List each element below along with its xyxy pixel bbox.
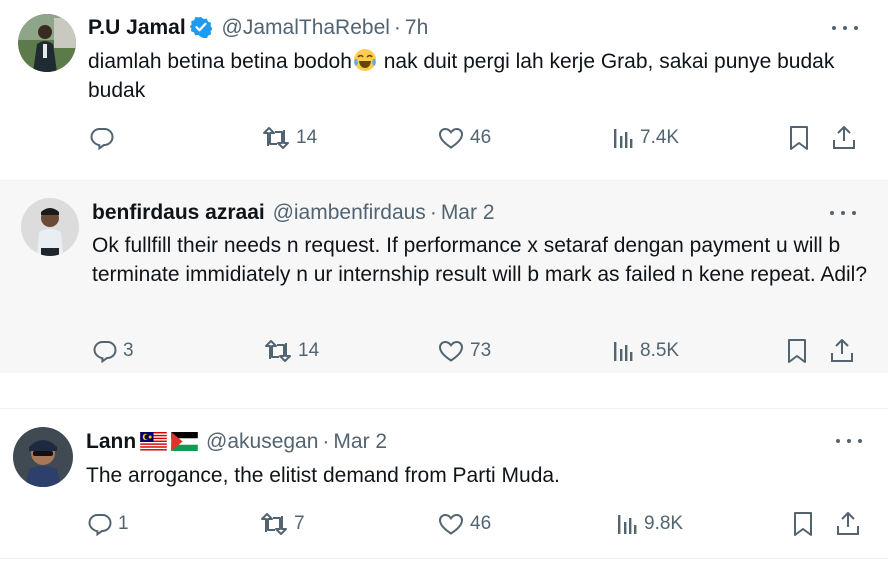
share-icon: [837, 512, 859, 535]
timestamp[interactable]: Mar 2: [441, 201, 495, 224]
like-icon: [438, 127, 464, 149]
repost-icon: [261, 513, 287, 535]
malaysia-flag: [140, 432, 167, 451]
like-button[interactable]: 46: [438, 124, 491, 152]
tweet-1[interactable]: P.U Jamal @JamalThaRebel · 7h diamlah beti…: [0, 0, 888, 170]
views-icon: [614, 129, 633, 148]
views-button[interactable]: 8.5K: [612, 337, 679, 365]
author-name[interactable]: P.U Jamal: [88, 16, 186, 39]
avatar[interactable]: [21, 198, 79, 256]
tweet-2[interactable]: benfirdaus azraai @iambenfirdaus · Mar 2 O…: [0, 181, 888, 373]
share-button[interactable]: [836, 510, 860, 538]
repost-count: 14: [296, 127, 318, 148]
more-icon[interactable]: [836, 431, 862, 451]
timestamp[interactable]: Mar 2: [333, 430, 387, 453]
views-button[interactable]: 7.4K: [612, 124, 679, 152]
like-button[interactable]: 46: [438, 510, 491, 538]
like-count: 46: [470, 127, 492, 148]
divider: [0, 558, 888, 559]
repost-count: 7: [294, 513, 305, 534]
share-button[interactable]: [832, 124, 856, 152]
repost-count: 14: [298, 340, 320, 361]
bookmark-button[interactable]: [786, 337, 808, 365]
bookmark-icon: [788, 339, 806, 363]
repost-icon: [263, 127, 289, 149]
like-icon: [438, 340, 464, 362]
share-icon: [833, 126, 855, 149]
separator: ·: [393, 16, 401, 39]
avatar[interactable]: [13, 427, 73, 487]
view-count: 8.5K: [640, 340, 680, 361]
views-button[interactable]: 9.8K: [616, 510, 683, 538]
views-icon: [618, 515, 637, 534]
repost-icon: [265, 340, 291, 362]
like-icon: [438, 513, 464, 535]
author-handle[interactable]: @JamalThaRebel: [222, 16, 390, 39]
separator: ·: [429, 201, 437, 224]
tweet-header: Lann @akusegan · Mar 2: [86, 428, 387, 456]
tweet-text-part-1: diamlah betina betina bodoh: [88, 50, 352, 73]
separator: ·: [322, 430, 330, 453]
share-icon: [831, 339, 853, 362]
reply-count: 3: [123, 340, 134, 361]
like-count: 46: [470, 513, 492, 534]
verified-badge-icon: [189, 17, 212, 38]
author-handle[interactable]: @iambenfirdaus: [273, 201, 426, 224]
share-button[interactable]: [830, 337, 854, 365]
like-count: 73: [470, 340, 492, 361]
author-name[interactable]: Lann: [86, 430, 136, 453]
tweet-3[interactable]: Lann @akusegan · Mar 2 The arrogance, the …: [0, 409, 888, 559]
bookmark-icon: [794, 512, 812, 536]
tweet-header: P.U Jamal @JamalThaRebel · 7h: [88, 14, 428, 42]
tweet-text: diamlah betina betina bodoh nak duit per…: [88, 47, 868, 105]
repost-button[interactable]: 14: [262, 124, 317, 152]
bookmark-icon: [790, 126, 808, 150]
reply-icon: [90, 128, 114, 150]
tweet-text: The arrogance, the elitist demand from P…: [86, 464, 560, 487]
avatar[interactable]: [18, 14, 76, 72]
views-icon: [614, 342, 633, 361]
palestine-flag: [171, 432, 198, 451]
author-handle[interactable]: @akusegan: [206, 430, 318, 453]
bookmark-button[interactable]: [788, 124, 810, 152]
reply-button[interactable]: 1: [88, 510, 129, 538]
author-name[interactable]: benfirdaus azraai: [92, 201, 265, 224]
view-count: 7.4K: [640, 127, 680, 148]
bookmark-button[interactable]: [792, 510, 814, 538]
repost-button[interactable]: 7: [260, 510, 305, 538]
reply-button[interactable]: 3: [93, 337, 134, 365]
tweet-header: benfirdaus azraai @iambenfirdaus · Mar 2: [92, 199, 495, 227]
view-count: 9.8K: [644, 513, 684, 534]
reply-icon: [93, 341, 117, 363]
more-icon[interactable]: [830, 203, 856, 223]
timestamp[interactable]: 7h: [405, 16, 428, 39]
repost-button[interactable]: 14: [264, 337, 319, 365]
more-icon[interactable]: [832, 18, 858, 38]
reply-icon: [88, 514, 112, 536]
like-button[interactable]: 73: [438, 337, 491, 365]
tweet-text: Ok fullfill their needs n request. If pe…: [92, 234, 868, 286]
reply-count: 1: [118, 513, 129, 534]
reply-button[interactable]: [90, 124, 120, 152]
tears-of-joy-emoji: [353, 49, 376, 71]
